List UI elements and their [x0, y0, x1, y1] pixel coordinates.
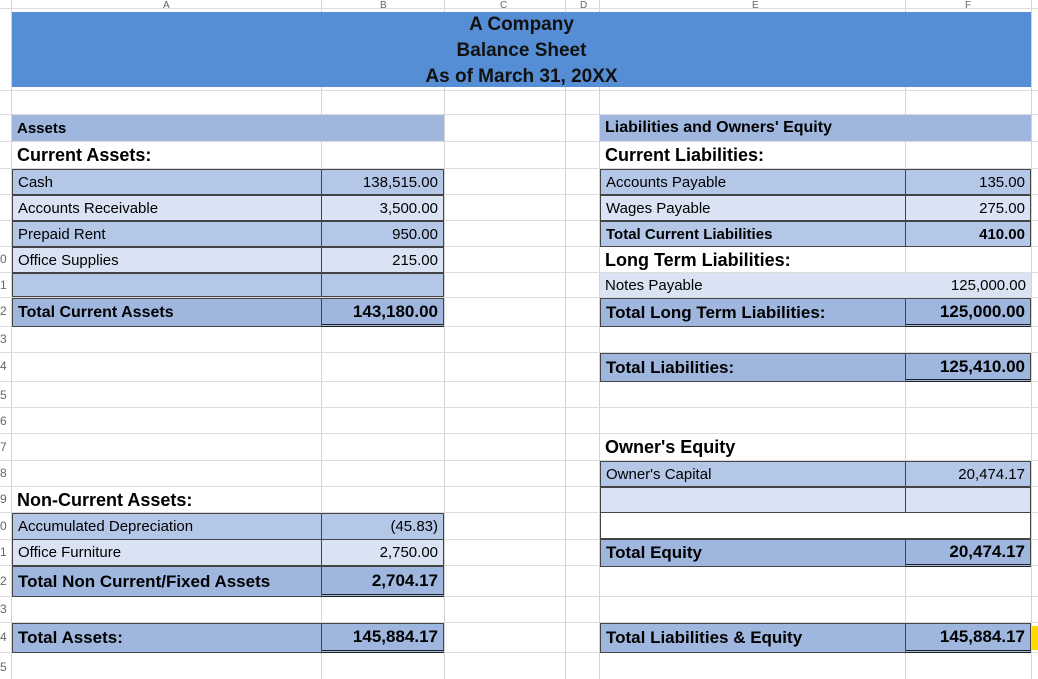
total-current-assets-label[interactable]: Total Current Assets: [12, 298, 322, 327]
row-number[interactable]: 4: [0, 359, 8, 373]
company-name: A Company: [469, 14, 574, 35]
liabilities-equity-heading[interactable]: Liabilities and Owners' Equity: [600, 115, 1031, 141]
row-number[interactable]: 9: [0, 492, 8, 506]
row-number[interactable]: 3: [0, 332, 8, 346]
asset-value[interactable]: 950.00: [321, 221, 444, 247]
column-header-a[interactable]: A: [163, 0, 171, 11]
report-title: Balance Sheet: [456, 40, 587, 61]
row-number[interactable]: 0: [0, 252, 8, 266]
row-number[interactable]: 4: [0, 630, 8, 644]
row-number[interactable]: 6: [0, 414, 8, 428]
asset-value[interactable]: 138,515.00: [321, 169, 444, 195]
total-liabilities-equity-value[interactable]: 145,884.17: [905, 623, 1031, 653]
asset-value[interactable]: (45.83): [321, 513, 444, 540]
selection-edge-marker: [1032, 626, 1038, 650]
liability-value[interactable]: 125,000.00: [905, 273, 1031, 297]
empty-cell[interactable]: [600, 512, 1031, 539]
row-number[interactable]: 1: [0, 545, 8, 559]
column-header-c[interactable]: C: [500, 0, 508, 11]
row-number[interactable]: 5: [0, 660, 8, 674]
total-noncurrent-assets-label[interactable]: Total Non Current/Fixed Assets: [12, 566, 322, 597]
asset-value[interactable]: 215.00: [321, 247, 444, 273]
equity-label[interactable]: Owner's Capital: [600, 461, 906, 487]
total-current-liabilities-label[interactable]: Total Current Liabilities: [600, 221, 906, 247]
total-current-liabilities-value[interactable]: 410.00: [905, 221, 1031, 247]
asset-label[interactable]: Cash: [12, 169, 322, 195]
title-banner[interactable]: A Company Balance Sheet As of March 31, …: [12, 12, 1031, 87]
asset-label[interactable]: Prepaid Rent: [12, 221, 322, 247]
column-header-e[interactable]: E: [752, 0, 760, 11]
row-number[interactable]: 3: [0, 602, 8, 616]
current-liabilities-heading[interactable]: Current Liabilities:: [600, 142, 905, 168]
empty-cell[interactable]: [600, 487, 906, 513]
asset-value[interactable]: 3,500.00: [321, 195, 444, 221]
total-equity-label[interactable]: Total Equity: [600, 539, 906, 567]
noncurrent-assets-heading[interactable]: Non-Current Assets:: [12, 487, 321, 513]
asset-label[interactable]: Office Supplies: [12, 247, 322, 273]
report-date: As of March 31, 20XX: [425, 66, 618, 87]
liability-value[interactable]: 135.00: [905, 169, 1031, 195]
asset-label[interactable]: Office Furniture: [12, 539, 322, 566]
empty-cell[interactable]: [321, 273, 444, 297]
empty-cell[interactable]: [12, 273, 322, 297]
liability-label[interactable]: Notes Payable: [600, 273, 906, 297]
asset-label[interactable]: Accumulated Depreciation: [12, 513, 322, 540]
total-equity-value[interactable]: 20,474.17: [905, 539, 1031, 567]
owners-equity-heading[interactable]: Owner's Equity: [600, 434, 905, 460]
row-number[interactable]: 2: [0, 304, 8, 318]
liability-label[interactable]: Accounts Payable: [600, 169, 906, 195]
liability-label[interactable]: Wages Payable: [600, 195, 906, 221]
row-number[interactable]: 1: [0, 278, 8, 292]
liability-value[interactable]: 275.00: [905, 195, 1031, 221]
equity-value[interactable]: 20,474.17: [905, 461, 1031, 487]
column-header-b[interactable]: B: [380, 0, 388, 11]
long-term-liabilities-heading[interactable]: Long Term Liabilities:: [600, 247, 905, 273]
total-assets-value[interactable]: 145,884.17: [321, 623, 444, 653]
total-long-term-liabilities-label[interactable]: Total Long Term Liabilities:: [600, 298, 906, 327]
current-assets-heading[interactable]: Current Assets:: [12, 142, 321, 168]
asset-value[interactable]: 2,750.00: [321, 539, 444, 566]
total-assets-label[interactable]: Total Assets:: [12, 623, 322, 653]
row-number[interactable]: 8: [0, 466, 8, 480]
column-header-f[interactable]: F: [965, 0, 973, 11]
row-number[interactable]: 5: [0, 388, 8, 402]
row-number[interactable]: 0: [0, 519, 8, 533]
asset-label[interactable]: Accounts Receivable: [12, 195, 322, 221]
row-number[interactable]: 7: [0, 440, 8, 454]
empty-cell[interactable]: [905, 487, 1031, 513]
spreadsheet-grid[interactable]: A B C D E F 0 1 2 3 4 5 6 7 8 9 0 1 2 3 …: [0, 0, 1038, 679]
total-liabilities-equity-label[interactable]: Total Liabilities & Equity: [600, 623, 906, 653]
total-liabilities-value[interactable]: 125,410.00: [905, 353, 1031, 382]
assets-heading[interactable]: Assets: [12, 115, 444, 141]
total-liabilities-label[interactable]: Total Liabilities:: [600, 353, 906, 382]
column-header-d[interactable]: D: [580, 0, 588, 11]
row-number[interactable]: 2: [0, 574, 8, 588]
total-long-term-liabilities-value[interactable]: 125,000.00: [905, 298, 1031, 327]
total-current-assets-value[interactable]: 143,180.00: [321, 298, 444, 327]
total-noncurrent-assets-value[interactable]: 2,704.17: [321, 566, 444, 597]
